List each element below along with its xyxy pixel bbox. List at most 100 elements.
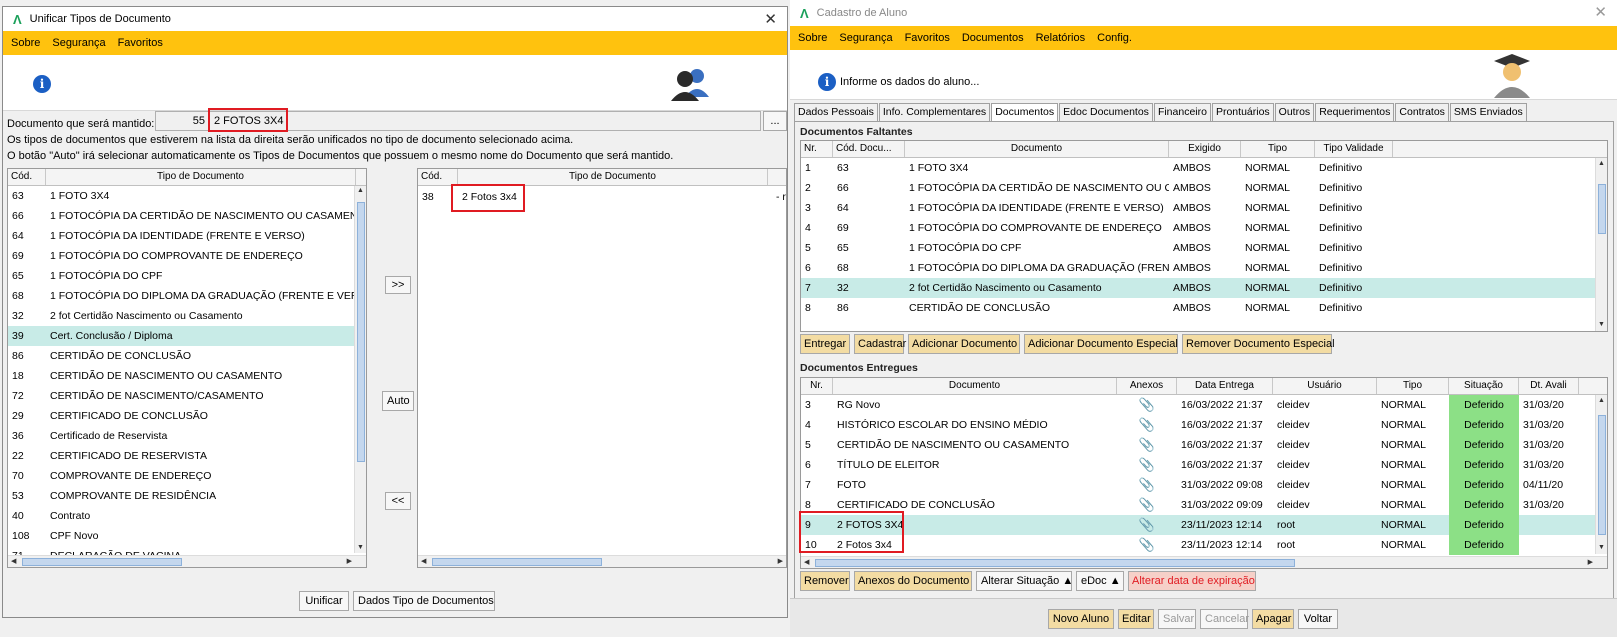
anexos-button[interactable]: Anexos do Documento (854, 571, 972, 591)
cancelar-button[interactable]: Cancelar (1200, 609, 1249, 629)
column-header[interactable]: Tipo Validade (1315, 141, 1393, 157)
alterar-expiracao-button[interactable]: Alterar data de expiração (1128, 571, 1256, 591)
paperclip-icon[interactable]: 📎 (1117, 397, 1177, 413)
tab-3[interactable]: Edoc Documentos (1059, 103, 1153, 121)
add-button[interactable]: >> (385, 276, 411, 294)
table-row[interactable]: 5 65 1 FOTOCÓPIA DO CPF AMBOS NORMAL Definiti… (801, 238, 1607, 258)
table-row[interactable]: 4 69 1 FOTOCÓPIA DO COMPROVANTE DE ENDEREÇ… (801, 218, 1607, 238)
menu-documentos[interactable]: Documentos (962, 32, 1024, 44)
scroll-right-icon[interactable]: ▶ (1588, 559, 1593, 567)
tab-4[interactable]: Financeiro (1153, 103, 1211, 121)
menu-favoritos[interactable]: Favoritos (905, 32, 950, 44)
remove-button[interactable]: << (385, 492, 411, 510)
faltantes-button-0[interactable]: Entregar (800, 334, 850, 354)
table-row[interactable]: 63 1 FOTO 3X4 (8, 186, 366, 206)
table-row[interactable]: 40 Contrato (8, 506, 366, 526)
tab-1[interactable]: Info. Complementares (878, 103, 991, 121)
column-header[interactable]: Nr. (801, 378, 833, 394)
column-header[interactable]: Situação (1449, 378, 1519, 394)
col-cod[interactable]: Cód. (8, 169, 46, 185)
column-header[interactable]: Usuário (1273, 378, 1377, 394)
table-row[interactable]: 64 1 FOTOCÓPIA DA IDENTIDADE (FRENTE E VE… (8, 226, 366, 246)
scroll-thumb[interactable] (1598, 184, 1606, 234)
scroll-thumb[interactable] (22, 558, 182, 566)
table-row[interactable]: 72 CERTIDÃO DE NASCIMENTO/CASAMENTO (8, 386, 366, 406)
table-row[interactable]: 3 64 1 FOTOCÓPIA DA IDENTIDADE (FRENTE E V… (801, 198, 1607, 218)
doc-code-field[interactable]: 55 (155, 111, 209, 131)
faltantes-button-1[interactable]: Cadastrar (854, 334, 906, 354)
table-row[interactable]: 108 CPF Novo (8, 526, 366, 546)
scroll-left-icon[interactable]: ◀ (804, 559, 809, 567)
scroll-down-icon[interactable]: ▼ (1598, 321, 1605, 329)
scroll-thumb[interactable] (815, 559, 1295, 567)
faltantes-button-4[interactable]: Remover Documento Especial (1182, 334, 1335, 354)
table-row[interactable]: 39 Cert. Conclusão / Diploma (8, 326, 366, 346)
scroll-left-icon[interactable]: ◀ (421, 558, 426, 566)
scroll-down-icon[interactable]: ▼ (1598, 544, 1605, 552)
scroll-right-icon[interactable]: ▶ (778, 558, 783, 566)
vertical-scrollbar[interactable]: ▲ ▼ (1595, 158, 1607, 331)
menu-relatorios[interactable]: Relatórios (1036, 32, 1086, 44)
novo-aluno-button[interactable]: Novo Aluno (1048, 609, 1114, 629)
apagar-button[interactable]: Apagar (1252, 609, 1294, 629)
col-tipo[interactable]: Tipo de Documento (46, 169, 356, 185)
horizontal-scrollbar[interactable]: ◀ ▶ (418, 555, 786, 567)
table-row[interactable]: 18 CERTIDÃO DE NASCIMENTO OU CASAMENTO (8, 366, 366, 386)
paperclip-icon[interactable]: 📎 (1117, 437, 1177, 453)
column-header[interactable]: Data Entrega (1177, 378, 1273, 394)
tab-6[interactable]: Outros (1274, 103, 1315, 121)
table-row[interactable]: 6 68 1 FOTOCÓPIA DO DIPLOMA DA GRADUAÇÃO (… (801, 258, 1607, 278)
voltar-button[interactable]: Voltar (1298, 609, 1338, 629)
column-header[interactable]: Tipo (1241, 141, 1315, 157)
paperclip-icon[interactable]: 📎 (1117, 497, 1177, 513)
vertical-scrollbar[interactable]: ▲ ▼ (1595, 395, 1607, 554)
table-row[interactable]: 53 COMPROVANTE DE RESIDÊNCIA (8, 486, 366, 506)
scroll-up-icon[interactable]: ▲ (1598, 397, 1605, 405)
faltantes-button-3[interactable]: Adicionar Documento Especial (1024, 334, 1178, 354)
table-row[interactable]: 7 FOTO 📎 31/03/2022 09:08 cleidev NORMAL Defer… (801, 475, 1607, 495)
table-row[interactable]: 10 2 Fotos 3x4 📎 23/11/2023 12:14 root NORMAL… (801, 535, 1607, 555)
doc-name-field[interactable]: 2 FOTOS 3X4 (209, 111, 761, 131)
table-row[interactable]: 65 1 FOTOCÓPIA DO CPF (8, 266, 366, 286)
scroll-left-icon[interactable]: ◀ (11, 558, 16, 566)
tab-8[interactable]: Contratos (1395, 103, 1449, 121)
table-row[interactable]: 92 FOTOS 3X4 📎 23/11/2023 12:14 root NORMAL D… (801, 515, 1607, 535)
table-row[interactable]: 3 RG Novo 📎 16/03/2022 21:37 cleidev NORMAL De… (801, 395, 1607, 415)
close-icon[interactable]: ✕ (1594, 3, 1607, 21)
scroll-thumb[interactable] (1598, 415, 1606, 535)
scroll-up-icon[interactable]: ▲ (357, 187, 364, 195)
table-row[interactable]: 86 CERTIDÃO DE CONCLUSÃO (8, 346, 366, 366)
horizontal-scrollbar[interactable]: ◀ ▶ (801, 556, 1607, 568)
menu-sobre[interactable]: Sobre (798, 32, 827, 44)
table-row[interactable]: 6 TÍTULO DE ELEITOR 📎 16/03/2022 21:37 cleid… (801, 455, 1607, 475)
edoc-button[interactable]: eDoc ▲ (1076, 571, 1124, 591)
column-header[interactable]: Dt. Avali (1519, 378, 1579, 394)
column-header[interactable]: Nr. (801, 141, 833, 157)
table-row[interactable]: 2 66 1 FOTOCÓPIA DA CERTIDÃO DE NASCIMENTO… (801, 178, 1607, 198)
editar-button[interactable]: Editar (1118, 609, 1154, 629)
column-header[interactable]: Tipo (1377, 378, 1449, 394)
paperclip-icon[interactable]: 📎 (1117, 417, 1177, 433)
tab-7[interactable]: Requerimentos (1315, 103, 1395, 121)
column-header[interactable]: Exigido (1169, 141, 1241, 157)
menu-sobre[interactable]: Sobre (11, 37, 40, 49)
table-row[interactable]: 5 CERTIDÃO DE NASCIMENTO OU CASAMENTO 📎 16/… (801, 435, 1607, 455)
table-row[interactable]: 7 32 2 fot Certidão Nascimento ou Casament… (801, 278, 1607, 298)
table-row[interactable]: 8 CERTIFICADO DE CONCLUSÃO 📎 31/03/2022 09:… (801, 495, 1607, 515)
tab-5[interactable]: Prontuários (1211, 103, 1274, 121)
table-row[interactable]: 66 1 FOTOCÓPIA DA CERTIDÃO DE NASCIMENTO … (8, 206, 366, 226)
table-row[interactable]: 29 CERTIFICADO DE CONCLUSÃO (8, 406, 366, 426)
menu-config[interactable]: Config. (1097, 32, 1132, 44)
scroll-up-icon[interactable]: ▲ (1598, 160, 1605, 168)
scroll-thumb[interactable] (432, 558, 602, 566)
horizontal-scrollbar[interactable]: ◀ ▶ (8, 555, 366, 567)
table-row[interactable]: 22 CERTIFICADO DE RESERVISTA (8, 446, 366, 466)
scroll-right-icon[interactable]: ▶ (347, 558, 352, 566)
table-row[interactable]: 1 63 1 FOTO 3X4 AMBOS NORMAL Definitivo (801, 158, 1607, 178)
auto-button[interactable]: Auto (382, 391, 414, 411)
column-header[interactable]: Cód. Docu... (833, 141, 905, 157)
menu-seguranca[interactable]: Segurança (52, 37, 105, 49)
salvar-button[interactable]: Salvar (1158, 609, 1196, 629)
menu-favoritos[interactable]: Favoritos (118, 37, 163, 49)
paperclip-icon[interactable]: 📎 (1117, 517, 1177, 533)
